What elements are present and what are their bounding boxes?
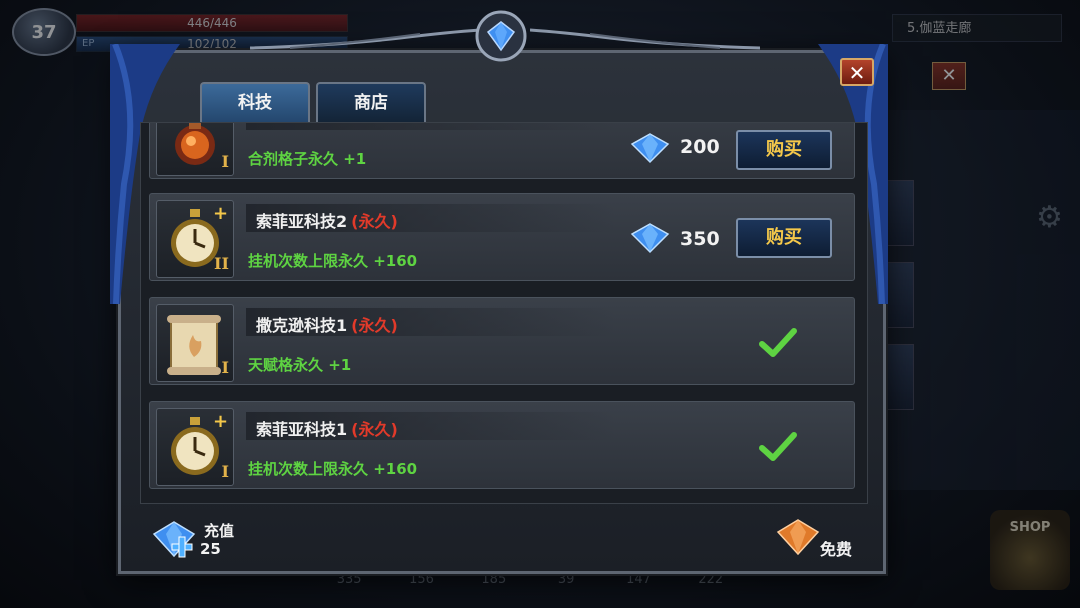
- diamond-plus-icon: [152, 521, 196, 558]
- item-description: 挂机次数上限永久 +160: [248, 252, 418, 270]
- tab-tech[interactable]: 科技: [200, 82, 310, 122]
- tier-numeral: I: [221, 358, 229, 377]
- hp-value: 446/446: [187, 16, 237, 30]
- checkmark-icon: [759, 328, 797, 357]
- list-item: I 合剂格子永久 +1 200 购买: [149, 123, 855, 179]
- stopwatch-icon: + I: [156, 408, 234, 486]
- diamond-icon: [630, 133, 670, 164]
- item-title: 索菲亚科技1: [256, 420, 348, 439]
- item-name-bar: [246, 123, 616, 130]
- bottom-stat-strip: 335 156 185 39 147 222: [330, 572, 730, 590]
- checkmark-icon: [759, 432, 797, 461]
- shop-sign: SHOP: [1009, 520, 1051, 535]
- crest-wing-left: [250, 28, 480, 50]
- stopwatch-icon: + II: [156, 200, 234, 278]
- diamond-icon: [630, 223, 670, 254]
- ep-value: 102/102: [187, 37, 237, 51]
- tier-numeral: I: [221, 462, 229, 481]
- item-name: 索菲亚科技1 (永久): [256, 416, 398, 440]
- bg-close-icon: ✕: [932, 62, 966, 90]
- orange-diamond-icon: [776, 519, 820, 556]
- item-description: 合剂格子永久 +1: [248, 150, 367, 168]
- svg-text:+: +: [213, 411, 228, 432]
- item-description: 挂机次数上限永久 +160: [248, 460, 418, 478]
- list-item: + II 索菲亚科技2 (永久) 挂机次数上限永久 +160 350 购买: [149, 193, 855, 281]
- crest-gem-icon: [475, 10, 527, 62]
- potion-icon: I: [156, 123, 234, 176]
- list-item: + I 索菲亚科技1 (永久) 挂机次数上限永久 +160: [149, 401, 855, 489]
- item-price: 200: [680, 136, 720, 158]
- permanent-tag: (永久): [351, 212, 398, 231]
- buy-button[interactable]: 购买: [736, 218, 832, 258]
- bottom-stat: 147: [626, 572, 651, 587]
- item-description: 天赋格永久 +1: [248, 356, 352, 374]
- tier-numeral: II: [214, 254, 229, 273]
- shop-building: SHOP: [990, 510, 1070, 590]
- permanent-tag: (永久): [351, 316, 398, 335]
- bottom-stat: 185: [481, 572, 507, 587]
- item-title: 撒克逊科技1: [256, 316, 348, 335]
- gear-icon: ⚙: [1036, 200, 1063, 235]
- item-name: 撒克逊科技1 (永久): [256, 312, 398, 336]
- item-name: 索菲亚科技2 (永久): [256, 208, 398, 232]
- scroll-icon: I: [156, 304, 234, 382]
- bottom-stat: 222: [698, 572, 724, 587]
- player-level: 37: [31, 21, 57, 43]
- bottom-stat: 335: [336, 572, 362, 587]
- list-item: I 撒克逊科技1 (永久) 天赋格永久 +1: [149, 297, 855, 385]
- bottom-stat: 156: [409, 572, 434, 587]
- svg-text:+: +: [213, 203, 228, 224]
- recharge-button[interactable]: 充值 25: [150, 518, 240, 562]
- location-label[interactable]: 5.伽蓝走廊: [892, 14, 1062, 42]
- gem-count: 25: [200, 540, 221, 558]
- crest-wing-right: [530, 28, 760, 50]
- tier-numeral: I: [221, 152, 229, 171]
- bottom-stat: 39: [557, 572, 575, 587]
- player-level-badge: 37: [12, 8, 76, 56]
- free-gem-button[interactable]: 免费: [776, 518, 862, 562]
- free-label: 免费: [820, 540, 853, 559]
- tech-list[interactable]: I 合剂格子永久 +1 200 购买 + II 索菲亚科技2 (永久) 挂机次数上…: [140, 122, 868, 504]
- tab-shop[interactable]: 商店: [316, 82, 426, 122]
- permanent-tag: (永久): [351, 420, 398, 439]
- buy-button[interactable]: 购买: [736, 130, 832, 170]
- item-price: 350: [680, 228, 720, 250]
- modal-tabs: 科技 商店: [200, 82, 426, 122]
- item-title: 索菲亚科技2: [256, 212, 348, 231]
- ep-label: EP: [82, 38, 95, 49]
- recharge-label: 充值: [204, 522, 235, 540]
- close-button[interactable]: ✕: [840, 58, 874, 86]
